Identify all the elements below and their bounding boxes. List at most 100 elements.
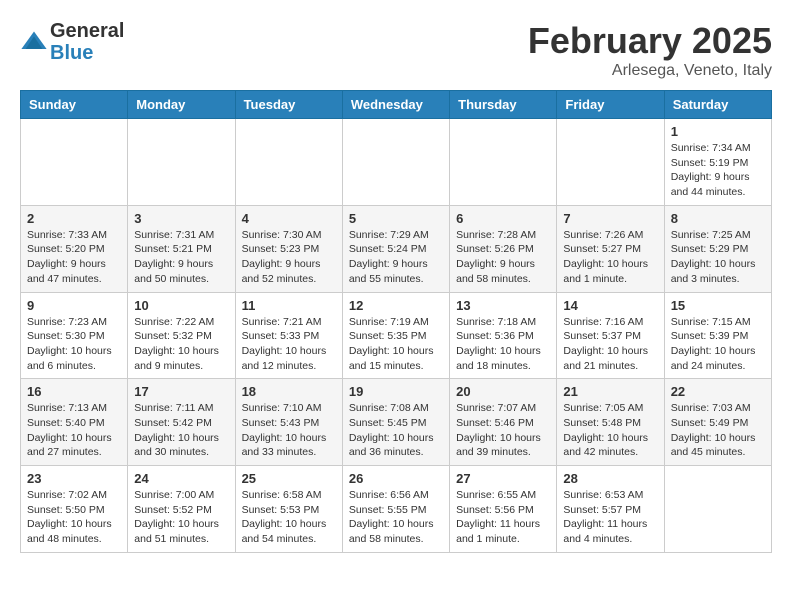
calendar-cell: 25 Sunrise: 6:58 AM Sunset: 5:53 PM Dayli…	[235, 466, 342, 553]
day-info: Sunrise: 7:03 AM Sunset: 5:49 PM Dayligh…	[671, 401, 765, 460]
calendar-cell: 3 Sunrise: 7:31 AM Sunset: 5:21 PM Daylig…	[128, 205, 235, 292]
day-header-monday: Monday	[128, 91, 235, 119]
day-info: Sunrise: 7:23 AM Sunset: 5:30 PM Dayligh…	[27, 315, 121, 374]
calendar-cell: 23 Sunrise: 7:02 AM Sunset: 5:50 PM Dayli…	[21, 466, 128, 553]
day-info: Sunrise: 7:28 AM Sunset: 5:26 PM Dayligh…	[456, 228, 550, 287]
day-number: 14	[563, 298, 657, 313]
day-number: 25	[242, 471, 336, 486]
day-number: 28	[563, 471, 657, 486]
calendar-cell: 26Sunrise: 6:56 AM Sunset: 5:55 PM Dayli…	[342, 466, 449, 553]
day-info: Sunrise: 7:19 AM Sunset: 5:35 PM Dayligh…	[349, 315, 443, 374]
day-number: 17	[134, 384, 228, 399]
day-info: Sunrise: 7:31 AM Sunset: 5:21 PM Dayligh…	[134, 228, 228, 287]
calendar-cell: 2 Sunrise: 7:33 AM Sunset: 5:20 PM Daylig…	[21, 205, 128, 292]
day-header-tuesday: Tuesday	[235, 91, 342, 119]
day-info: Sunrise: 7:15 AM Sunset: 5:39 PM Dayligh…	[671, 315, 765, 374]
day-number: 24	[134, 471, 228, 486]
day-info: Sunrise: 7:29 AM Sunset: 5:24 PM Dayligh…	[349, 228, 443, 287]
day-number: 2	[27, 211, 121, 226]
calendar-cell: 13 Sunrise: 7:18 AM Sunset: 5:36 PM Dayli…	[450, 292, 557, 379]
day-number: 11	[242, 298, 336, 313]
day-info: Sunrise: 7:21 AM Sunset: 5:33 PM Dayligh…	[242, 315, 336, 374]
logo: General Blue	[20, 20, 124, 64]
day-number: 1	[671, 124, 765, 139]
day-info: Sunrise: 7:30 AM Sunset: 5:23 PM Dayligh…	[242, 228, 336, 287]
day-number: 12	[349, 298, 443, 313]
day-info: Sunrise: 7:00 AM Sunset: 5:52 PM Dayligh…	[134, 488, 228, 547]
calendar-cell: 14Sunrise: 7:16 AM Sunset: 5:37 PM Dayli…	[557, 292, 664, 379]
day-info: Sunrise: 7:25 AM Sunset: 5:29 PM Dayligh…	[671, 228, 765, 287]
calendar-cell: 6 Sunrise: 7:28 AM Sunset: 5:26 PM Daylig…	[450, 205, 557, 292]
calendar-week-2: 2 Sunrise: 7:33 AM Sunset: 5:20 PM Daylig…	[21, 205, 772, 292]
day-number: 16	[27, 384, 121, 399]
calendar-cell: 5 Sunrise: 7:29 AM Sunset: 5:24 PM Daylig…	[342, 205, 449, 292]
calendar-cell: 10 Sunrise: 7:22 AM Sunset: 5:32 PM Dayli…	[128, 292, 235, 379]
day-header-sunday: Sunday	[21, 91, 128, 119]
calendar-cell	[342, 119, 449, 206]
calendar-week-1: 1 Sunrise: 7:34 AM Sunset: 5:19 PM Daylig…	[21, 119, 772, 206]
day-info: Sunrise: 7:02 AM Sunset: 5:50 PM Dayligh…	[27, 488, 121, 547]
calendar-cell	[128, 119, 235, 206]
calendar-cell: 9 Sunrise: 7:23 AM Sunset: 5:30 PM Daylig…	[21, 292, 128, 379]
calendar-cell: 11 Sunrise: 7:21 AM Sunset: 5:33 PM Dayli…	[235, 292, 342, 379]
day-number: 8	[671, 211, 765, 226]
day-number: 10	[134, 298, 228, 313]
day-number: 9	[27, 298, 121, 313]
page-header: General Blue February 2025 Arlesega, Ven…	[20, 20, 772, 80]
calendar-cell: 1 Sunrise: 7:34 AM Sunset: 5:19 PM Daylig…	[664, 119, 771, 206]
calendar-cell: 21 Sunrise: 7:05 AM Sunset: 5:48 PM Dayli…	[557, 379, 664, 466]
day-header-friday: Friday	[557, 91, 664, 119]
day-number: 23	[27, 471, 121, 486]
day-info: Sunrise: 7:18 AM Sunset: 5:36 PM Dayligh…	[456, 315, 550, 374]
day-number: 22	[671, 384, 765, 399]
day-number: 27	[456, 471, 550, 486]
day-number: 19	[349, 384, 443, 399]
calendar-cell: 12 Sunrise: 7:19 AM Sunset: 5:35 PM Dayli…	[342, 292, 449, 379]
day-number: 20	[456, 384, 550, 399]
day-info: Sunrise: 6:55 AM Sunset: 5:56 PM Dayligh…	[456, 488, 550, 547]
calendar-cell: 19 Sunrise: 7:08 AM Sunset: 5:45 PM Dayli…	[342, 379, 449, 466]
day-info: Sunrise: 7:22 AM Sunset: 5:32 PM Dayligh…	[134, 315, 228, 374]
day-header-wednesday: Wednesday	[342, 91, 449, 119]
calendar-cell: 27 Sunrise: 6:55 AM Sunset: 5:56 PM Dayli…	[450, 466, 557, 553]
day-info: Sunrise: 7:08 AM Sunset: 5:45 PM Dayligh…	[349, 401, 443, 460]
calendar-cell: 7 Sunrise: 7:26 AM Sunset: 5:27 PM Daylig…	[557, 205, 664, 292]
location: Arlesega, Veneto, Italy	[528, 62, 772, 80]
calendar-table: SundayMondayTuesdayWednesdayThursdayFrid…	[20, 90, 772, 553]
calendar-cell: 22 Sunrise: 7:03 AM Sunset: 5:49 PM Dayli…	[664, 379, 771, 466]
day-number: 3	[134, 211, 228, 226]
day-number: 5	[349, 211, 443, 226]
day-info: Sunrise: 7:34 AM Sunset: 5:19 PM Dayligh…	[671, 141, 765, 200]
logo-text: General Blue	[50, 20, 124, 64]
calendar-cell: 15 Sunrise: 7:15 AM Sunset: 5:39 PM Dayli…	[664, 292, 771, 379]
calendar-cell: 20Sunrise: 7:07 AM Sunset: 5:46 PM Dayli…	[450, 379, 557, 466]
month-title: February 2025	[528, 20, 772, 62]
day-info: Sunrise: 7:10 AM Sunset: 5:43 PM Dayligh…	[242, 401, 336, 460]
day-info: Sunrise: 7:05 AM Sunset: 5:48 PM Dayligh…	[563, 401, 657, 460]
day-info: Sunrise: 6:53 AM Sunset: 5:57 PM Dayligh…	[563, 488, 657, 547]
calendar-cell	[450, 119, 557, 206]
day-number: 13	[456, 298, 550, 313]
calendar-cell	[21, 119, 128, 206]
day-number: 7	[563, 211, 657, 226]
day-number: 26	[349, 471, 443, 486]
day-info: Sunrise: 6:58 AM Sunset: 5:53 PM Dayligh…	[242, 488, 336, 547]
day-info: Sunrise: 7:11 AM Sunset: 5:42 PM Dayligh…	[134, 401, 228, 460]
title-area: February 2025 Arlesega, Veneto, Italy	[528, 20, 772, 80]
day-number: 21	[563, 384, 657, 399]
logo-icon	[20, 28, 48, 56]
calendar-cell	[664, 466, 771, 553]
day-number: 18	[242, 384, 336, 399]
day-number: 6	[456, 211, 550, 226]
calendar-cell: 8 Sunrise: 7:25 AM Sunset: 5:29 PM Daylig…	[664, 205, 771, 292]
day-info: Sunrise: 7:26 AM Sunset: 5:27 PM Dayligh…	[563, 228, 657, 287]
day-info: Sunrise: 7:33 AM Sunset: 5:20 PM Dayligh…	[27, 228, 121, 287]
calendar-cell: 24 Sunrise: 7:00 AM Sunset: 5:52 PM Dayli…	[128, 466, 235, 553]
calendar-cell: 4 Sunrise: 7:30 AM Sunset: 5:23 PM Daylig…	[235, 205, 342, 292]
day-number: 4	[242, 211, 336, 226]
day-header-thursday: Thursday	[450, 91, 557, 119]
calendar-cell: 17 Sunrise: 7:11 AM Sunset: 5:42 PM Dayli…	[128, 379, 235, 466]
calendar-week-3: 9 Sunrise: 7:23 AM Sunset: 5:30 PM Daylig…	[21, 292, 772, 379]
day-number: 15	[671, 298, 765, 313]
calendar-cell	[557, 119, 664, 206]
